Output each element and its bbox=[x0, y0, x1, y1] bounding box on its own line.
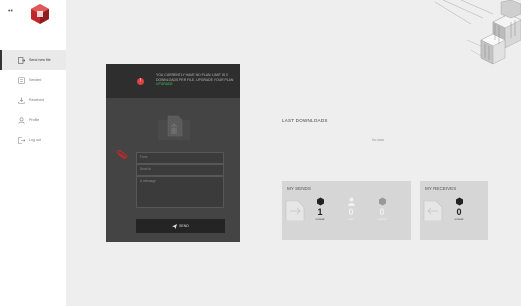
paper-plane-icon bbox=[172, 223, 177, 229]
alert-icon: ! bbox=[137, 78, 144, 85]
receives-unread-stat: 0 unread bbox=[449, 197, 469, 221]
sidebar-item-label: Profile bbox=[29, 118, 40, 122]
my-sends-panel: MY SENDS 1 unread 0 read 0 expired bbox=[282, 181, 411, 240]
received-file-icon bbox=[423, 200, 443, 221]
cube-icon bbox=[378, 197, 386, 206]
sends-read-stat: 0 read bbox=[341, 197, 361, 221]
sends-unread-stat: 1 unread bbox=[310, 197, 330, 221]
sidebar-item-label: Log out bbox=[29, 138, 41, 142]
cube-illustration bbox=[434, 0, 521, 65]
send-button[interactable]: SEND bbox=[136, 219, 225, 233]
my-receives-title: MY RECEIVES bbox=[425, 186, 457, 191]
menu-toggle-icon[interactable]: •• bbox=[8, 8, 13, 15]
person-icon bbox=[347, 197, 355, 206]
sidebar-item-profile[interactable]: Profile bbox=[0, 110, 66, 130]
logout-icon bbox=[18, 136, 25, 144]
sidebar-item-received[interactable]: Received bbox=[0, 90, 66, 110]
sidebar: •• Send new file Sended Received Profile… bbox=[0, 0, 66, 306]
file-upload-icon[interactable] bbox=[154, 110, 194, 142]
sends-expired-label: expired bbox=[377, 217, 387, 221]
sends-expired-count: 0 bbox=[379, 207, 385, 217]
sidebar-nav: Send new file Sended Received Profile Lo… bbox=[0, 50, 66, 150]
send-file-card: ! YOU CURRENTLY HAVE NO PLAN. LIMIT IS 0… bbox=[106, 64, 240, 242]
send-file-icon bbox=[18, 56, 25, 64]
sent-file-icon bbox=[285, 200, 305, 221]
my-receives-panel: MY RECEIVES 0 unread bbox=[420, 181, 488, 240]
sidebar-item-label: Send new file bbox=[29, 58, 51, 62]
receives-unread-label: unread bbox=[454, 217, 464, 221]
brand-logo[interactable] bbox=[28, 2, 52, 26]
profile-icon bbox=[18, 116, 25, 124]
sends-read-count: 0 bbox=[348, 207, 354, 217]
message-field[interactable]: A message bbox=[136, 176, 224, 208]
sended-icon bbox=[18, 76, 25, 84]
attachment-icon[interactable] bbox=[116, 150, 128, 160]
sidebar-item-label: Received bbox=[29, 98, 44, 102]
last-downloads-title: LAST DOWNLOADS bbox=[282, 118, 328, 123]
my-sends-title: MY SENDS bbox=[287, 186, 311, 191]
plan-notice: YOU CURRENTLY HAVE NO PLAN. LIMIT IS 0 D… bbox=[156, 73, 236, 87]
from-field[interactable]: From bbox=[136, 152, 224, 164]
sidebar-item-log-out[interactable]: Log out bbox=[0, 130, 66, 150]
no-data-text: No data bbox=[372, 138, 384, 142]
sends-unread-label: unread bbox=[315, 217, 325, 221]
sidebar-item-sended[interactable]: Sended bbox=[0, 70, 66, 90]
sends-expired-stat: 0 expired bbox=[372, 197, 392, 221]
cube-icon bbox=[316, 197, 324, 206]
plan-notice-bar: ! YOU CURRENTLY HAVE NO PLAN. LIMIT IS 0… bbox=[106, 64, 240, 98]
received-icon bbox=[18, 97, 25, 104]
upgrade-link[interactable]: UPGRADE bbox=[156, 82, 173, 86]
receives-unread-count: 0 bbox=[456, 207, 462, 217]
cube-icon bbox=[455, 197, 463, 206]
sidebar-item-label: Sended bbox=[29, 78, 42, 82]
sidebar-item-send-new-file[interactable]: Send new file bbox=[0, 50, 66, 70]
sends-unread-count: 1 bbox=[317, 207, 323, 217]
sends-read-label: read bbox=[348, 217, 354, 221]
recipient-field[interactable]: Send to bbox=[136, 164, 224, 176]
send-button-label: SEND bbox=[179, 224, 189, 228]
plan-notice-text: YOU CURRENTLY HAVE NO PLAN. LIMIT IS 0 D… bbox=[156, 73, 234, 82]
